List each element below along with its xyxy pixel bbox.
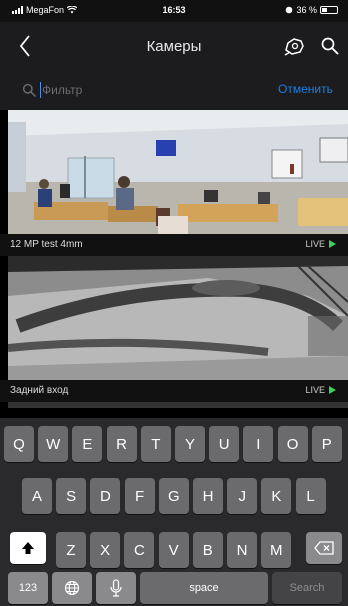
key-u[interactable]: U	[209, 426, 240, 462]
live-indicator[interactable]: LIVE	[305, 239, 336, 249]
live-label: LIVE	[305, 239, 325, 249]
key-v[interactable]: V	[158, 532, 189, 568]
key-s[interactable]: S	[56, 478, 87, 514]
live-indicator[interactable]: LIVE	[305, 385, 336, 395]
battery-fill	[322, 8, 327, 12]
numbers-label: 123	[18, 582, 38, 594]
play-icon	[329, 240, 336, 248]
key-n[interactable]: N	[227, 532, 257, 568]
filter-search-icon	[22, 83, 36, 97]
camera-card[interactable]: Задний вход LIVE	[0, 256, 348, 408]
key-f[interactable]: F	[124, 478, 155, 514]
key-d[interactable]: D	[90, 478, 121, 514]
key-b[interactable]: B	[192, 532, 223, 568]
camera-icon[interactable]	[282, 35, 306, 57]
key-i[interactable]: I	[243, 426, 274, 462]
key-r[interactable]: R	[106, 426, 137, 462]
globe-icon	[64, 580, 80, 596]
key-c[interactable]: C	[124, 532, 155, 568]
key-o[interactable]: O	[277, 426, 308, 462]
filter-bar: Отменить	[0, 70, 348, 110]
numbers-key[interactable]: 123	[8, 572, 48, 604]
search-key[interactable]: Search	[272, 572, 342, 604]
key-k[interactable]: K	[261, 478, 292, 514]
key-g[interactable]: G	[158, 478, 189, 514]
key-j[interactable]: J	[227, 478, 258, 514]
space-label: space	[189, 582, 219, 594]
delete-key[interactable]	[306, 532, 342, 564]
partial-camera-feed	[8, 402, 348, 408]
shift-key[interactable]	[10, 532, 46, 564]
battery-percent: 36 %	[296, 5, 317, 15]
camera-label-row: 12 MP test 4mm LIVE	[0, 234, 348, 256]
status-bar: MegaFon 16:53 36 %	[0, 0, 348, 22]
delete-icon	[314, 541, 334, 555]
key-m[interactable]: M	[261, 532, 292, 568]
play-icon	[329, 386, 336, 394]
key-h[interactable]: H	[193, 478, 223, 514]
camera-label-row: Задний вход LIVE	[0, 380, 348, 402]
shift-icon	[22, 542, 34, 554]
yard-scene	[8, 256, 348, 380]
filter-input[interactable]	[42, 80, 262, 100]
key-p[interactable]: P	[311, 426, 342, 462]
live-label: LIVE	[305, 385, 325, 395]
office-scene	[8, 110, 348, 234]
camera-feed-yard[interactable]	[8, 256, 348, 380]
space-key[interactable]: space	[140, 572, 268, 604]
key-y[interactable]: Y	[175, 426, 205, 462]
orientation-lock-icon	[286, 6, 293, 14]
camera-name: Задний вход	[10, 385, 69, 396]
search-icon[interactable]	[320, 36, 340, 56]
key-w[interactable]: W	[38, 426, 69, 462]
key-x[interactable]: X	[90, 532, 121, 568]
microphone-key[interactable]	[96, 572, 136, 604]
key-l[interactable]: L	[295, 478, 326, 514]
camera-name: 12 MP test 4mm	[10, 239, 83, 250]
key-t[interactable]: T	[140, 426, 171, 462]
globe-key[interactable]	[52, 572, 92, 604]
search-key-label: Search	[289, 582, 325, 594]
keyboard: QWERTYUIOP ASDFGHJKL ZXCVBNM 123 space S…	[0, 418, 348, 606]
key-a[interactable]: A	[22, 478, 52, 514]
cancel-button[interactable]: Отменить	[278, 82, 333, 96]
microphone-icon	[110, 579, 122, 597]
navigation-bar: Камеры	[0, 22, 348, 70]
key-z[interactable]: Z	[56, 532, 86, 568]
battery-info: 36 %	[285, 5, 338, 15]
text-cursor	[40, 82, 41, 98]
camera-card[interactable]: 12 MP test 4mm LIVE	[0, 110, 348, 256]
camera-feed-office[interactable]	[8, 110, 348, 234]
battery-icon	[320, 6, 338, 14]
key-e[interactable]: E	[72, 426, 103, 462]
key-q[interactable]: Q	[4, 426, 34, 462]
chevron-left-icon[interactable]	[16, 34, 36, 58]
